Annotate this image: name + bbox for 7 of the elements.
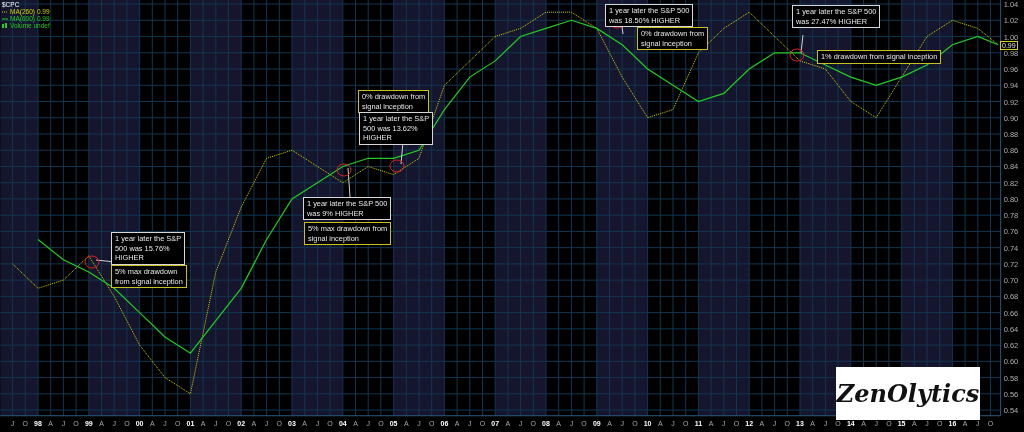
leader-line [347,167,351,198]
logo: ZenOlytics [836,367,980,420]
highlight-circle [336,163,352,177]
highlight-circle [84,255,100,269]
highlight-circle [389,159,405,173]
highlight-circle [789,48,805,62]
leader-line [800,34,804,54]
